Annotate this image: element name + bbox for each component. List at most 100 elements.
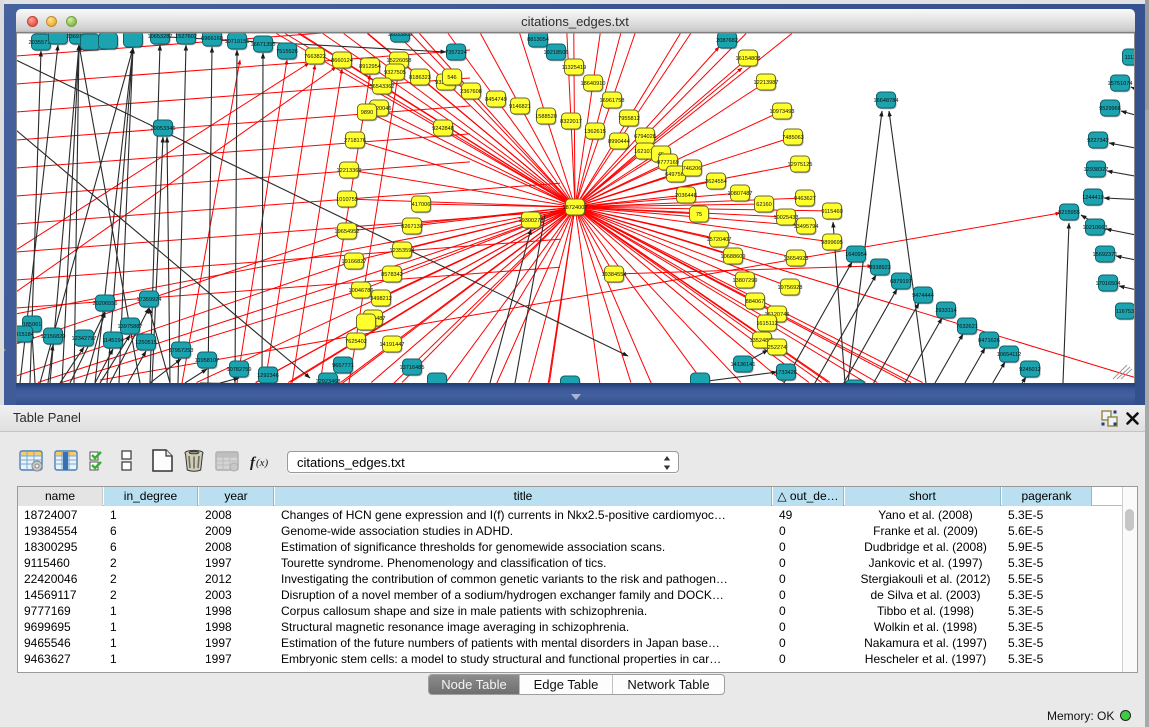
svg-text:12975125: 12975125: [788, 162, 813, 168]
svg-text:18640910: 18640910: [581, 81, 606, 87]
svg-text:746206: 746206: [683, 166, 702, 172]
svg-text:17957253: 17957253: [169, 348, 194, 354]
svg-text:9463627: 9463627: [794, 196, 816, 202]
svg-text:12938327: 12938327: [1084, 167, 1109, 173]
svg-text:8215955: 8215955: [1058, 210, 1080, 216]
svg-text:13495794: 13495794: [794, 224, 819, 230]
svg-text:20206556: 20206556: [93, 301, 118, 307]
svg-text:6794028: 6794028: [634, 134, 656, 140]
svg-text:9657771: 9657771: [332, 363, 354, 369]
svg-text:9327505: 9327505: [384, 70, 406, 76]
svg-text:7663822: 7663822: [304, 54, 326, 60]
svg-text:19654952: 19654952: [335, 229, 360, 235]
svg-text:3498212: 3498212: [370, 296, 392, 302]
svg-text:2718176: 2718176: [344, 138, 366, 144]
svg-text:10688609: 10688609: [721, 254, 746, 260]
svg-text:20053346: 20053346: [151, 126, 176, 132]
svg-text:1362615: 1362615: [584, 129, 606, 135]
svg-text:14136141: 14136141: [731, 362, 756, 368]
svg-text:8578342: 8578342: [381, 272, 403, 278]
svg-text:12342797: 12342797: [72, 336, 97, 342]
svg-text:19384554: 19384554: [602, 272, 627, 278]
svg-text:7625402: 7625402: [345, 339, 367, 345]
svg-text:7632621: 7632621: [956, 324, 978, 330]
svg-text:16154808: 16154808: [736, 56, 761, 62]
svg-text:13807299: 13807299: [733, 278, 758, 284]
svg-text:10654112: 10654112: [997, 352, 1021, 358]
svg-text:8660124: 8660124: [331, 58, 353, 64]
svg-text:75: 75: [696, 212, 702, 218]
svg-text:9890: 9890: [361, 110, 373, 116]
svg-text:13975887: 13975887: [118, 324, 143, 330]
svg-text:10653287: 10653287: [148, 34, 173, 40]
svg-text:16033809: 16033809: [388, 33, 413, 38]
svg-text:11123: 11123: [1125, 55, 1135, 61]
svg-text:16648784: 16648784: [874, 98, 899, 104]
svg-text:8990444: 8990444: [608, 139, 630, 145]
svg-text:13716485: 13716485: [400, 365, 425, 371]
svg-text:16961758: 16961758: [600, 98, 625, 104]
svg-text:9777169: 9777169: [657, 160, 679, 166]
svg-text:17359924: 17359924: [137, 297, 162, 303]
svg-text:10782759: 10782759: [227, 367, 252, 373]
svg-text:3915184: 3915184: [16, 332, 34, 338]
svg-text:10719155: 10719155: [225, 39, 250, 45]
svg-text:12213987: 12213987: [754, 80, 779, 86]
svg-text:19166827: 19166827: [342, 259, 367, 265]
svg-text:10807487: 10807487: [728, 191, 753, 197]
svg-text:884067: 884067: [746, 299, 765, 305]
svg-text:2933114: 2933114: [935, 308, 956, 314]
svg-text:9899695: 9899695: [821, 240, 843, 246]
svg-text:19300273: 19300273: [519, 218, 544, 224]
svg-text:12353594: 12353594: [390, 248, 415, 254]
svg-text:9242848: 9242848: [432, 126, 454, 132]
svg-text:8454749: 8454749: [485, 97, 507, 103]
svg-text:10046786: 10046786: [349, 288, 374, 294]
svg-text:2087682: 2087682: [716, 38, 738, 44]
svg-text:(x): (x): [256, 457, 269, 469]
svg-text:19218506: 19218506: [544, 50, 569, 56]
svg-text:62160: 62160: [756, 202, 772, 208]
svg-text:252274: 252274: [768, 345, 787, 351]
svg-text:9474444: 9474444: [912, 293, 934, 299]
svg-text:6879197: 6879197: [890, 279, 912, 285]
svg-text:1292346: 1292346: [257, 373, 279, 379]
svg-text:1250515: 1250515: [135, 340, 157, 346]
svg-text:8322017: 8322017: [560, 119, 582, 125]
svg-text:1588520: 1588520: [535, 114, 557, 120]
svg-text:9115460: 9115460: [821, 209, 842, 215]
svg-text:16671355: 16671355: [251, 42, 276, 48]
svg-text:3624554: 3624554: [705, 179, 727, 185]
svg-text:116753: 116753: [1116, 309, 1134, 315]
svg-text:546: 546: [447, 75, 456, 81]
svg-text:15226058: 15226058: [387, 58, 412, 64]
svg-text:8813054: 8813054: [527, 37, 549, 43]
svg-text:15751074: 15751074: [1108, 81, 1133, 87]
svg-text:16543362: 16543362: [370, 84, 395, 90]
svg-text:12923468: 12923468: [316, 379, 341, 383]
svg-text:10025433: 10025433: [774, 215, 799, 221]
svg-text:1527602: 1527602: [175, 34, 197, 40]
svg-text:18724007: 18724007: [563, 205, 588, 211]
svg-text:9146821: 9146821: [509, 104, 531, 110]
svg-text:1733426: 1733426: [775, 370, 797, 376]
svg-text:19756928: 19756928: [778, 285, 803, 291]
svg-text:9529966: 9529966: [1099, 106, 1121, 112]
svg-text:1010755: 1010755: [336, 197, 358, 203]
svg-text:15692371: 15692371: [1093, 252, 1118, 258]
svg-text:1640954: 1640954: [845, 252, 867, 258]
svg-text:10973493: 10973493: [770, 109, 795, 115]
svg-text:9227342: 9227342: [1087, 138, 1109, 144]
svg-text:1145194: 1145194: [102, 338, 123, 344]
svg-text:8267130: 8267130: [401, 224, 423, 230]
svg-text:6966160: 6966160: [201, 36, 223, 42]
svg-text:1615112: 1615112: [756, 321, 777, 327]
svg-text:12156829: 12156829: [41, 334, 66, 340]
svg-text:7515526: 7515526: [276, 49, 298, 55]
svg-text:7357224: 7357224: [445, 50, 467, 56]
svg-text:8912954: 8912954: [359, 64, 381, 70]
svg-text:13654923: 13654923: [784, 256, 809, 262]
svg-text:7485063: 7485063: [782, 135, 804, 141]
svg-text:8938923: 8938923: [869, 265, 891, 271]
svg-text:417006: 417006: [412, 202, 431, 208]
